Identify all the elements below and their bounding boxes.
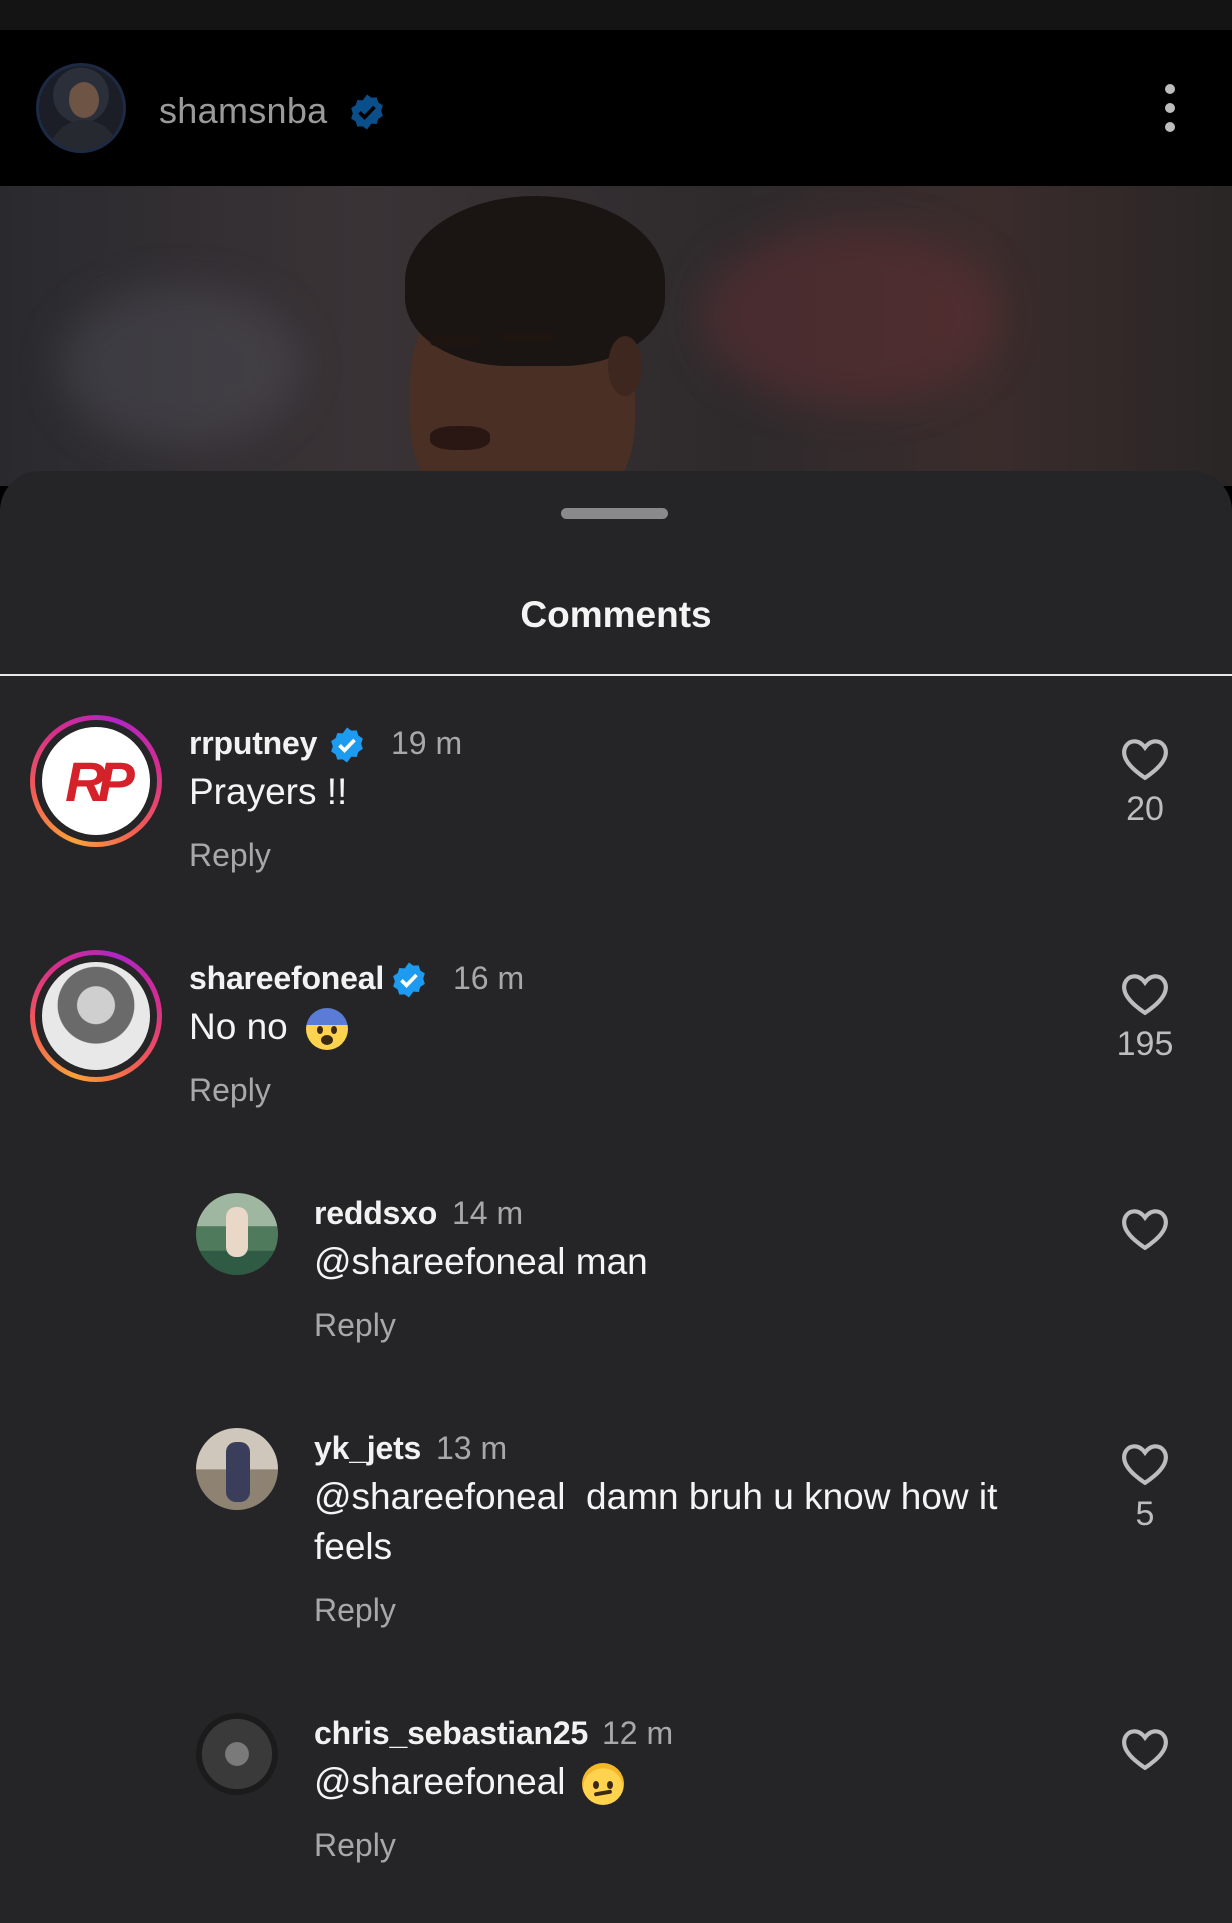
comment-item: RP rrputney 19 m Prayers !! Reply 20 xyxy=(0,715,1232,885)
heart-icon[interactable] xyxy=(1120,1725,1170,1771)
avatar: RP xyxy=(42,727,150,835)
reply-button[interactable]: Reply xyxy=(189,1072,271,1109)
comment-text-body: No no xyxy=(189,1006,288,1047)
comment-time: 19 m xyxy=(391,725,463,761)
comment-username[interactable]: reddsxo xyxy=(314,1195,437,1232)
more-options-button[interactable] xyxy=(1160,82,1180,134)
heart-icon[interactable] xyxy=(1120,1440,1170,1486)
comment-text: @shareefoneal xyxy=(314,1757,624,1807)
post-author-avatar[interactable] xyxy=(36,63,126,153)
avatar[interactable] xyxy=(196,1713,278,1795)
comment-username[interactable]: rrputney xyxy=(189,725,317,762)
status-strip xyxy=(0,0,1232,30)
fearful-face-emoji xyxy=(306,1008,349,1051)
reply-button[interactable]: Reply xyxy=(314,1307,396,1344)
story-ring[interactable] xyxy=(30,950,162,1082)
comment-text: No no xyxy=(189,1002,349,1052)
avatar[interactable] xyxy=(196,1193,278,1275)
reply-button[interactable]: Reply xyxy=(314,1827,396,1864)
comment-item: shareefoneal 16 m No no Reply 195 xyxy=(0,950,1232,1120)
avatar[interactable] xyxy=(196,1428,278,1510)
heart-icon[interactable] xyxy=(1120,970,1170,1016)
comment-username[interactable]: yk_jets xyxy=(314,1430,421,1467)
drag-handle[interactable] xyxy=(561,508,668,519)
comment-username[interactable]: chris_sebastian25 xyxy=(314,1715,588,1752)
like-count: 195 xyxy=(1116,1025,1174,1063)
post-image xyxy=(0,186,1232,486)
sheet-title: Comments xyxy=(520,594,712,635)
post-header: shamsnba xyxy=(0,30,1232,186)
comment-time: 12 m xyxy=(602,1715,674,1751)
avatar xyxy=(42,962,150,1070)
comment-time: 13 m xyxy=(436,1430,508,1466)
reply-button[interactable]: Reply xyxy=(314,1592,396,1629)
story-ring[interactable]: RP xyxy=(30,715,162,847)
like-count: 5 xyxy=(1135,1495,1155,1533)
heart-icon[interactable] xyxy=(1120,735,1170,781)
like-count: 20 xyxy=(1126,790,1164,828)
comment-time: 14 m xyxy=(452,1195,524,1231)
comment-text: Prayers !! xyxy=(189,771,348,812)
comment-text-body: @shareefoneal xyxy=(314,1761,566,1802)
reply-button[interactable]: Reply xyxy=(189,837,271,874)
heart-icon[interactable] xyxy=(1120,1205,1170,1251)
confused-face-emoji xyxy=(581,1763,624,1806)
comment-text: @shareefoneal damn bruh u know how it xyxy=(314,1476,998,1517)
verified-icon xyxy=(351,94,383,130)
divider xyxy=(0,674,1232,676)
reply-comment-item: reddsxo 14 m @shareefoneal man Reply xyxy=(0,1183,1232,1353)
reply-comment-item: chris_sebastian25 12 m @shareefoneal Rep… xyxy=(0,1703,1232,1873)
verified-icon xyxy=(331,727,363,763)
reply-comment-item: yk_jets 13 m @shareefoneal damn bruh u k… xyxy=(0,1418,1232,1638)
comment-text-line2: feels xyxy=(314,1526,393,1567)
comments-sheet: Comments RP rrputney 19 m Prayers !! Rep… xyxy=(0,471,1232,1923)
comment-time: 16 m xyxy=(453,960,525,996)
verified-icon xyxy=(393,962,425,998)
post-author-username[interactable]: shamsnba xyxy=(159,90,328,132)
comment-username[interactable]: shareefoneal xyxy=(189,960,384,997)
comment-text: @shareefoneal man xyxy=(314,1241,648,1282)
